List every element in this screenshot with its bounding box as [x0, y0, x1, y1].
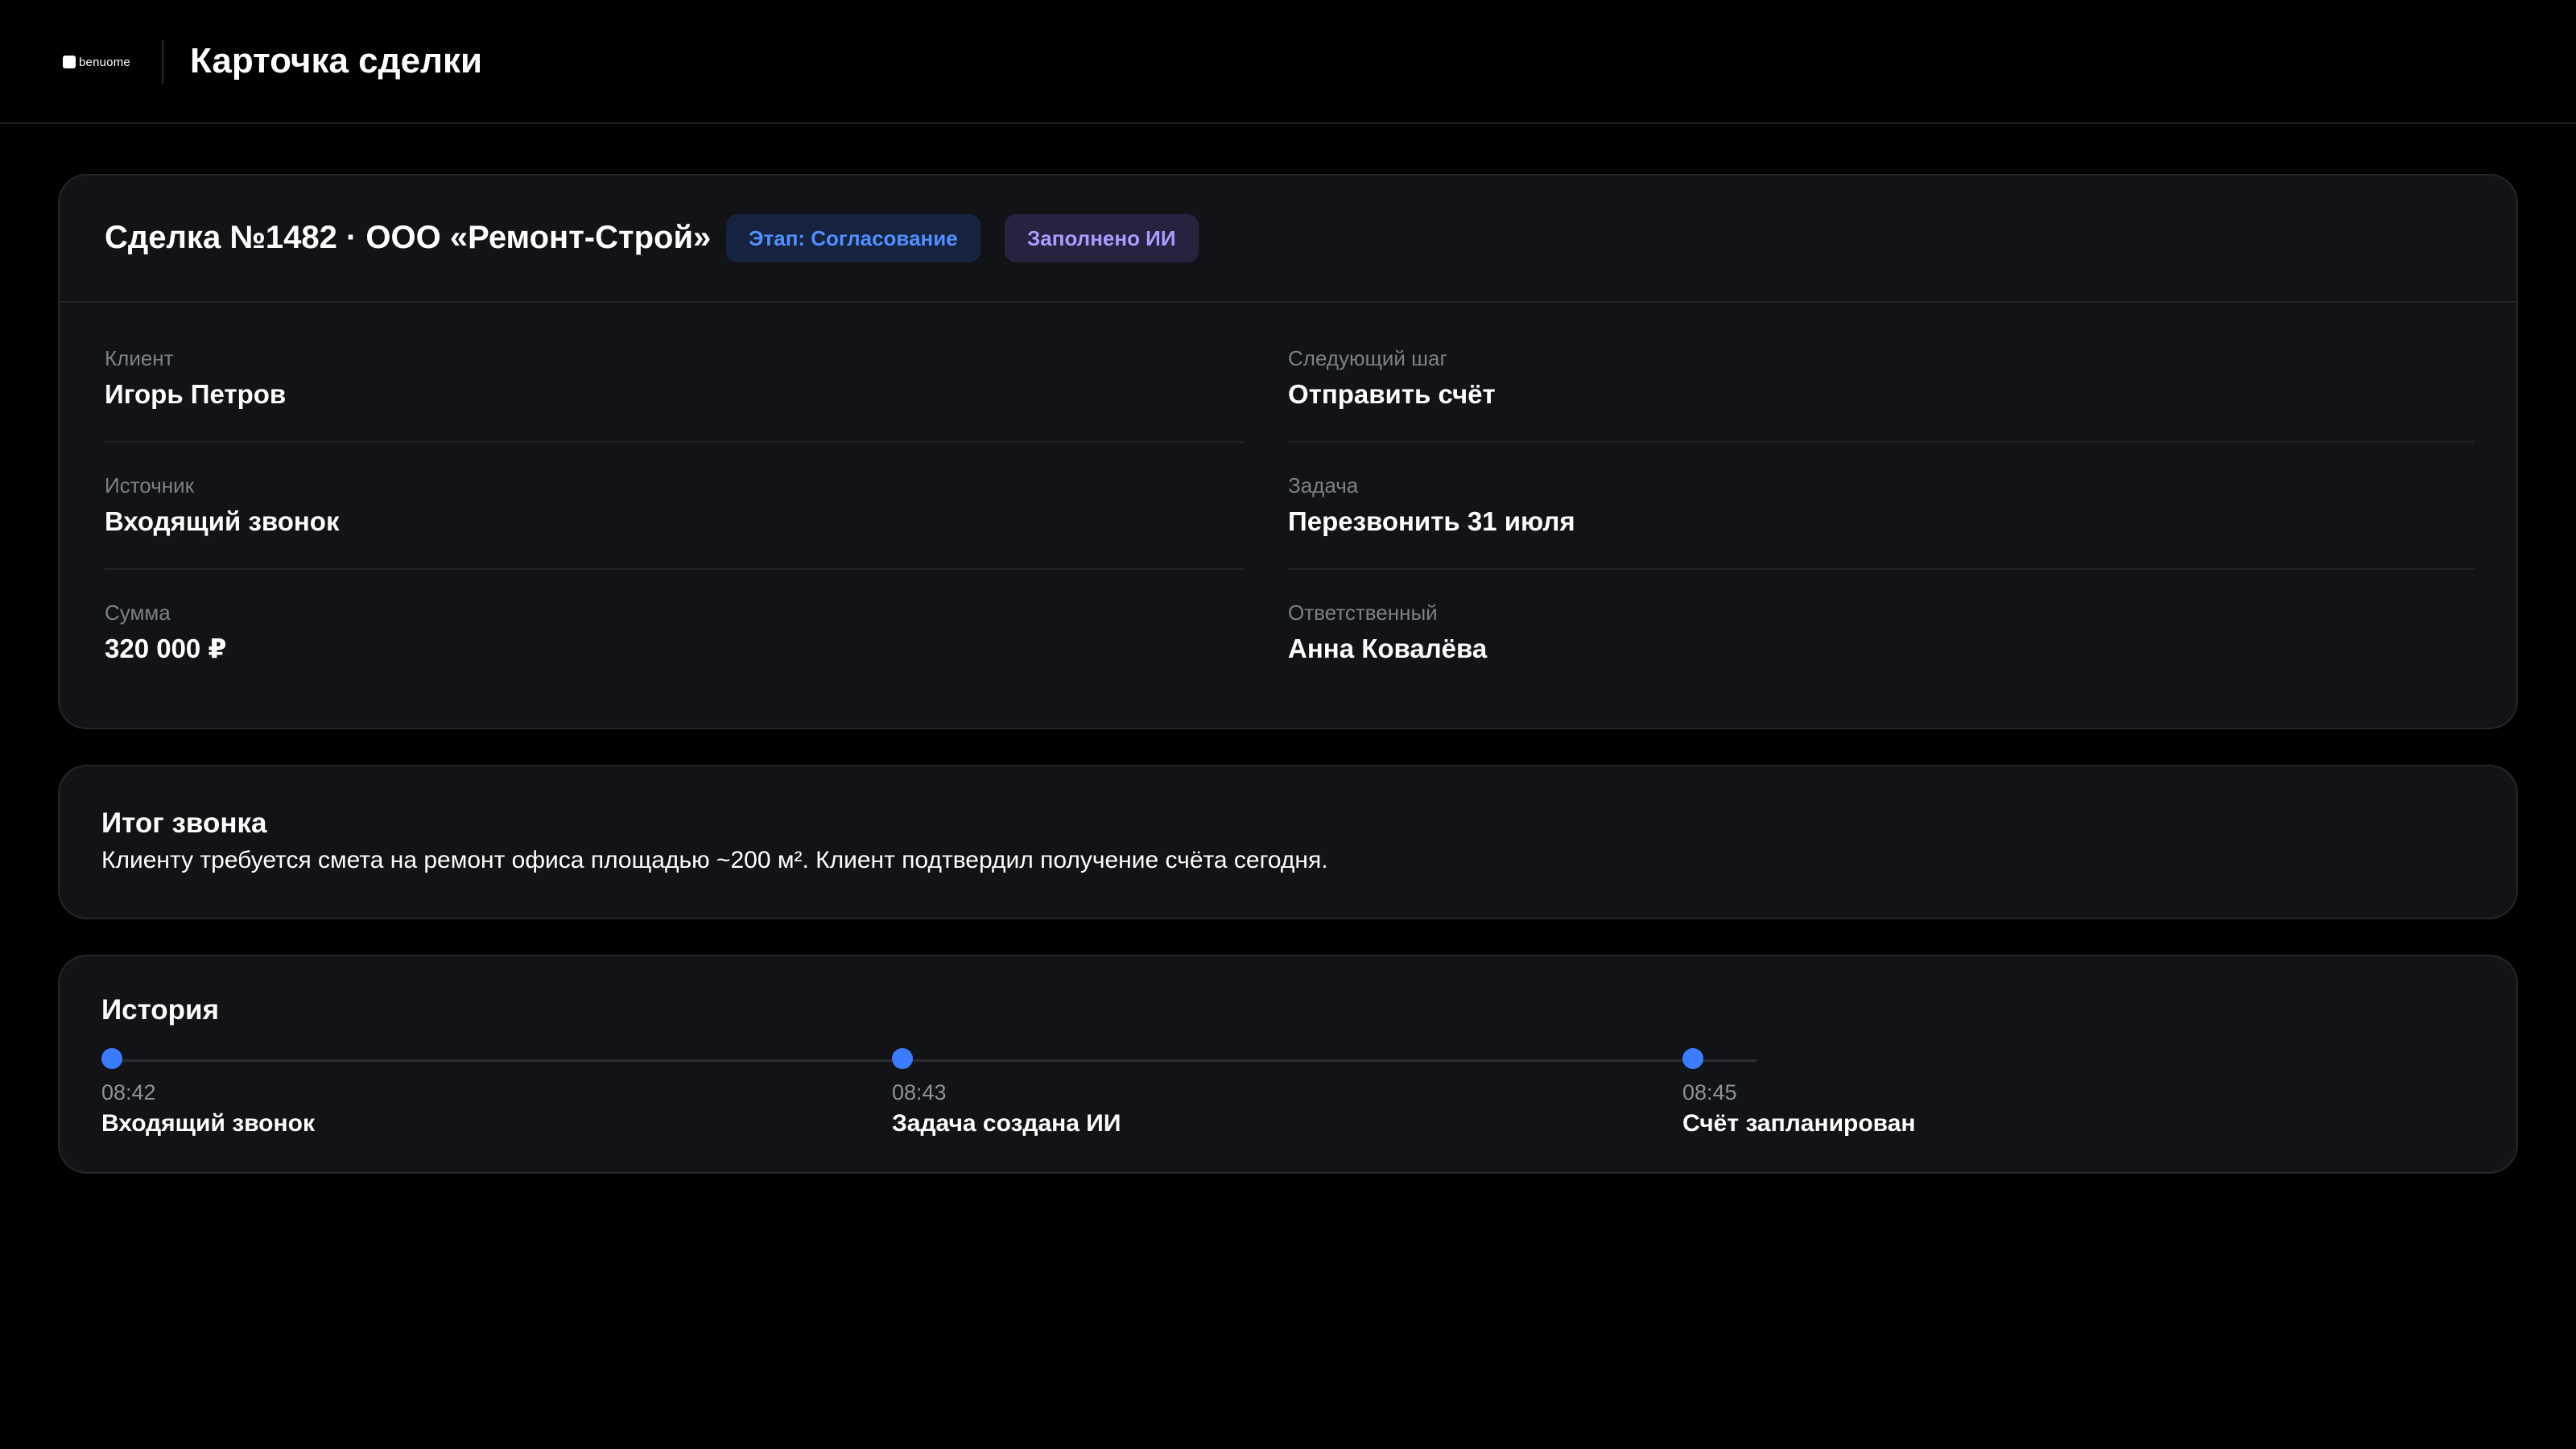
field-value: Анна Ковалёва [1288, 634, 1488, 663]
summary-title: Итог звонка [101, 807, 267, 839]
field-label: Источник [105, 473, 194, 497]
row-divider [105, 441, 1243, 443]
field-source: Источник Входящий звонок [105, 472, 1243, 539]
row-divider [1288, 568, 2475, 570]
field-label: Задача [1288, 473, 1359, 497]
timeline-dot-icon [101, 1048, 122, 1069]
deal-card: Сделка №1482 · ООО «Ремонт-Строй» Этап: … [58, 174, 2518, 729]
event-time: 08:45 [1682, 1080, 1737, 1104]
field-value: Игорь Петров [105, 379, 287, 409]
event-label: Счёт запланирован [1682, 1110, 1916, 1137]
field-value: 320 000 ₽ [105, 634, 227, 663]
event-time: 08:42 [101, 1080, 156, 1104]
logo-text: benuome [79, 55, 130, 69]
top-bar: benuome Карточка сделки [0, 0, 2576, 124]
event-time: 08:43 [892, 1080, 947, 1104]
row-divider [1288, 441, 2475, 443]
header-divider [162, 40, 163, 84]
field-owner: Ответственный Анна Ковалёва [1288, 599, 2426, 667]
event-label: Задача создана ИИ [892, 1110, 1121, 1137]
row-divider [105, 568, 1243, 570]
field-label: Сумма [105, 601, 171, 625]
field-label: Ответственный [1288, 601, 1438, 625]
logo-icon [63, 56, 76, 68]
call-summary-card: Итог звонка Клиенту требуется смета на р… [58, 765, 2518, 919]
history-title: История [101, 994, 219, 1026]
field-label: Следующий шаг [1288, 346, 1447, 370]
timeline-event: 08:42 Входящий звонок [101, 1048, 745, 1140]
field-task: Задача Перезвонить 31 июля [1288, 472, 2426, 539]
event-label: Входящий звонок [101, 1110, 315, 1137]
field-value: Отправить счёт [1288, 379, 1496, 409]
deal-header: Сделка №1482 · ООО «Ремонт-Строй» Этап: … [60, 175, 2516, 303]
deal-title: Сделка №1482 · ООО «Ремонт-Строй» [105, 220, 712, 255]
timeline-dot-icon [892, 1048, 913, 1069]
app-logo[interactable]: benuome [63, 55, 130, 69]
field-value: Перезвонить 31 июля [1288, 506, 1575, 536]
field-label: Клиент [105, 346, 174, 370]
ai-filled-badge: Заполнено ИИ [1005, 214, 1199, 262]
timeline-event: 08:43 Задача создана ИИ [892, 1048, 1536, 1140]
timeline-dot-icon [1682, 1048, 1703, 1069]
field-value: Входящий звонок [105, 506, 340, 536]
history-card: История 08:42 Входящий звонок 08:43 Зада… [58, 955, 2518, 1174]
page-title: Карточка сделки [190, 41, 483, 80]
stage-badge[interactable]: Этап: Согласование [726, 214, 980, 262]
summary-text: Клиенту требуется смета на ремонт офиса … [101, 847, 1328, 873]
field-client: Клиент Игорь Петров [105, 345, 1243, 412]
timeline-event: 08:45 Счёт запланирован [1682, 1048, 2326, 1140]
field-amount: Сумма 320 000 ₽ [105, 599, 1243, 667]
field-next-step: Следующий шаг Отправить счёт [1288, 345, 2426, 412]
